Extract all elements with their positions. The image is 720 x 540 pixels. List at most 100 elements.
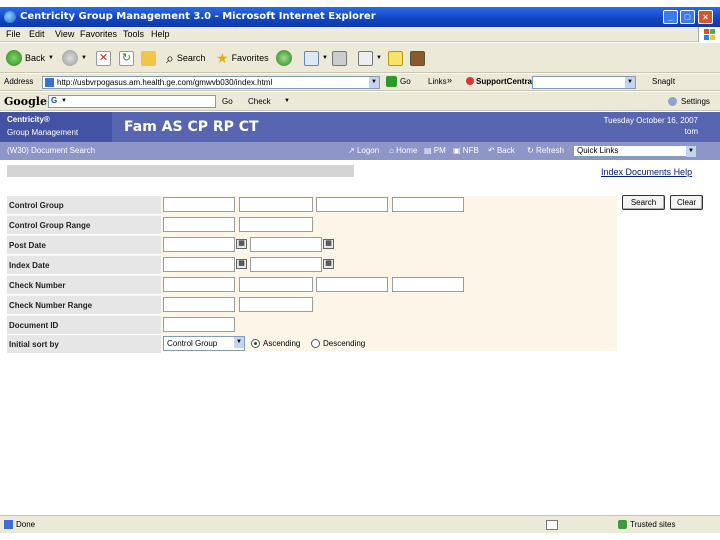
check-number-input-1[interactable]	[163, 277, 235, 292]
stop-button[interactable]: ✕	[96, 49, 111, 67]
book-icon	[410, 50, 425, 66]
search-submit-button[interactable]: Search	[622, 195, 665, 210]
control-group-input-2[interactable]	[239, 197, 313, 212]
check-number-input-4[interactable]	[392, 277, 464, 292]
forward-button[interactable]: ▼	[62, 49, 87, 67]
home-button[interactable]	[141, 49, 156, 67]
nfb-link[interactable]: ▣ NFB	[453, 146, 479, 155]
check-number-input-2[interactable]	[239, 277, 313, 292]
check-number-range-from[interactable]	[163, 297, 235, 312]
control-group-input-4[interactable]	[392, 197, 464, 212]
control-group-input-3[interactable]	[316, 197, 388, 212]
calendar-icon[interactable]: ▦	[236, 259, 247, 269]
row-initial-sort: Initial sort by Control Group ▼ Ascendin…	[7, 335, 617, 354]
security-zone-text: Trusted sites	[630, 520, 676, 529]
row-check-number: Check Number	[7, 276, 617, 295]
menu-view[interactable]: View	[55, 29, 74, 39]
help-links: Index Documents Help	[601, 167, 692, 177]
go-arrow-icon[interactable]	[386, 76, 397, 87]
toolbar: Back ▼ ▼ ✕ ↻ ⌕ Search ★ Favorites ▼ ▼	[0, 43, 720, 73]
close-button[interactable]: ×	[698, 10, 713, 24]
title-bar: Centricity Group Management 3.0 - Micros…	[0, 7, 720, 27]
document-id-input[interactable]	[163, 317, 235, 332]
forward-arrow-icon	[62, 50, 78, 66]
menu-favorites[interactable]: Favorites	[80, 29, 117, 39]
google-toolbar: Google G ▼ Go Check ▼ Settings	[0, 92, 720, 111]
zone-icon	[546, 520, 558, 530]
control-group-input-1[interactable]	[163, 197, 235, 212]
sort-by-select[interactable]: Control Group ▼	[163, 336, 245, 351]
chevron-down-icon[interactable]: ▼	[234, 337, 244, 348]
calendar-icon[interactable]: ▦	[236, 239, 247, 249]
google-logo[interactable]: Google	[4, 95, 47, 108]
logon-link[interactable]: ↗ Logon	[348, 146, 379, 155]
search-icon: ⌕	[166, 49, 174, 66]
index-documents-link[interactable]: Index Documents	[601, 167, 671, 177]
back-button[interactable]: Back ▼	[6, 49, 54, 67]
row-index-date: Index Date ▦ ▦	[7, 256, 617, 275]
chevron-down-icon: ▼	[376, 55, 382, 61]
pm-link[interactable]: ▤ PM	[424, 146, 446, 155]
settings-button[interactable]: Settings	[681, 97, 710, 106]
printer-icon	[332, 50, 347, 66]
chevron-down-icon[interactable]: ▼	[369, 77, 379, 88]
mail-button[interactable]: ▼	[304, 49, 328, 67]
address-input[interactable]: http://usbvrpogasus.am.health.ge.com/gmw…	[42, 76, 380, 89]
chevron-down-icon[interactable]: ▼	[686, 146, 696, 157]
check-number-input-3[interactable]	[316, 277, 388, 292]
discuss-button[interactable]	[388, 49, 403, 67]
links-label[interactable]: Links	[428, 77, 447, 86]
row-check-number-range: Check Number Range	[7, 296, 617, 315]
calendar-icon[interactable]: ▦	[323, 259, 334, 269]
menu-help[interactable]: Help	[151, 29, 170, 39]
index-date-to[interactable]	[250, 257, 322, 272]
control-group-range-to[interactable]	[239, 217, 313, 232]
chevron-down-icon: ▼	[322, 55, 328, 61]
nav-bar: (W30) Document Search ↗ Logon ⌂ Home ▤ P…	[0, 142, 720, 160]
calendar-icon[interactable]: ▦	[323, 239, 334, 249]
help-link[interactable]: Help	[674, 167, 693, 177]
status-text: Done	[16, 520, 36, 529]
search-button[interactable]: ⌕ Search	[166, 49, 205, 67]
page-icon	[45, 78, 54, 87]
go-button[interactable]: Go	[400, 77, 411, 86]
chevron-right-icon[interactable]: »	[447, 75, 452, 85]
note-icon	[388, 50, 403, 66]
support-search-input[interactable]: ▼	[532, 76, 636, 89]
control-group-range-from[interactable]	[163, 217, 235, 232]
check-number-range-to[interactable]	[239, 297, 313, 312]
post-date-from[interactable]	[163, 237, 235, 252]
maximize-button[interactable]: □	[680, 10, 695, 24]
google-search-input[interactable]: G ▼	[48, 95, 216, 108]
refresh-button[interactable]: ↻	[119, 49, 134, 67]
edit-button[interactable]: ▼	[358, 49, 382, 67]
chevron-down-icon[interactable]: ▼	[284, 98, 290, 104]
home-link[interactable]: ⌂ Home	[389, 146, 417, 155]
support-central-link[interactable]: SupportCentral	[476, 77, 534, 86]
favorites-button[interactable]: ★ Favorites	[216, 49, 269, 67]
quick-links-select[interactable]: Quick Links ▼	[573, 145, 697, 157]
menu-file[interactable]: File	[6, 29, 21, 39]
post-date-to[interactable]	[250, 237, 322, 252]
settings-icon	[668, 97, 677, 106]
clear-button[interactable]: Clear	[670, 195, 703, 210]
ascending-radio[interactable]	[251, 339, 260, 348]
check-button[interactable]: Check	[248, 97, 271, 106]
index-date-from[interactable]	[163, 257, 235, 272]
windows-logo-icon	[698, 27, 720, 42]
chevron-down-icon[interactable]: ▼	[625, 77, 635, 88]
back-link[interactable]: ↶ Back	[488, 146, 515, 155]
research-button[interactable]	[410, 49, 425, 67]
snagit-button[interactable]: SnagIt	[652, 77, 675, 86]
menu-tools[interactable]: Tools	[123, 29, 144, 39]
history-button[interactable]	[276, 49, 292, 67]
current-user: tom	[684, 127, 698, 136]
refresh-link[interactable]: ↻ Refresh	[527, 146, 564, 155]
google-go-button[interactable]: Go	[222, 97, 233, 106]
menu-edit[interactable]: Edit	[29, 29, 45, 39]
current-date: Tuesday October 16, 2007	[603, 116, 698, 125]
minimize-button[interactable]: _	[663, 10, 678, 24]
print-button[interactable]	[332, 49, 347, 67]
descending-radio[interactable]	[311, 339, 320, 348]
status-bar: Done Trusted sites	[0, 515, 720, 533]
